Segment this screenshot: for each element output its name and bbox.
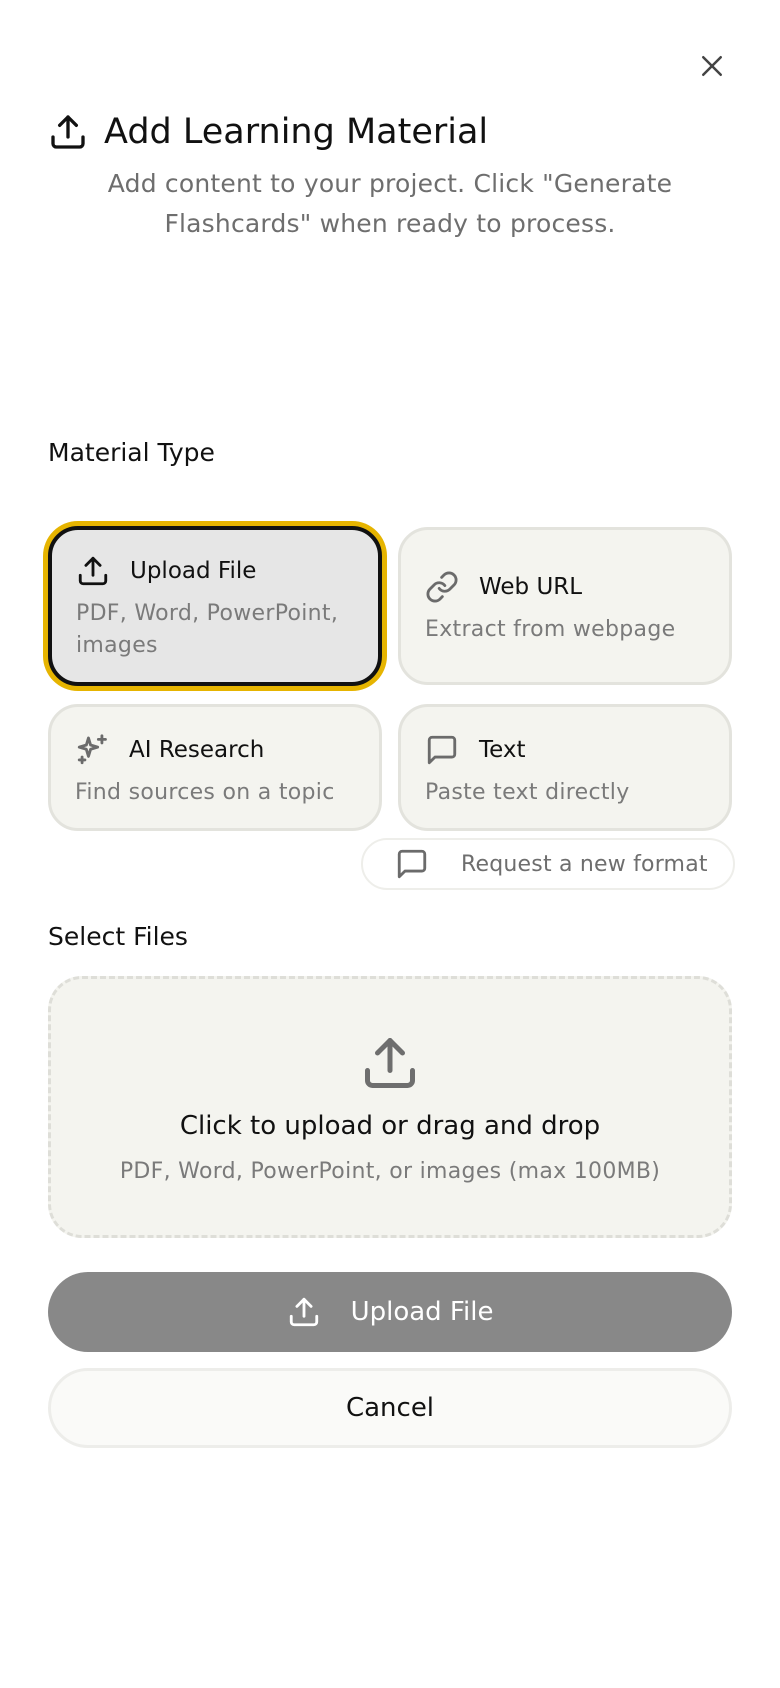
option-title: Upload File — [130, 558, 257, 584]
upload-icon — [360, 1033, 420, 1093]
option-title: Text — [479, 737, 526, 763]
upload-icon — [287, 1295, 321, 1329]
upload-icon — [48, 112, 88, 152]
material-option-web-url[interactable]: Web URL Extract from webpage — [398, 527, 732, 685]
option-title: Web URL — [479, 574, 583, 600]
option-description: Extract from webpage — [425, 617, 676, 642]
upload-icon — [76, 554, 110, 588]
material-option-text[interactable]: Text Paste text directly — [398, 704, 732, 831]
option-description: PDF, Word, PowerPoint, images — [76, 601, 339, 658]
request-format-button[interactable]: Request a new format — [361, 838, 735, 890]
upload-file-button[interactable]: Upload File — [48, 1272, 732, 1352]
sparkles-icon — [75, 733, 109, 767]
material-type-label: Material Type — [48, 438, 215, 467]
message-square-icon — [425, 733, 459, 767]
option-description: Paste text directly — [425, 780, 630, 805]
dropzone-hint: PDF, Word, PowerPoint, or images (max 10… — [119, 1159, 661, 1184]
close-button[interactable] — [690, 44, 734, 88]
message-square-icon — [395, 847, 429, 881]
request-format-label: Request a new format — [461, 851, 708, 877]
option-title: AI Research — [129, 737, 265, 763]
close-icon — [697, 51, 727, 81]
dropzone-title: Click to upload or drag and drop — [179, 1111, 601, 1141]
file-dropzone[interactable]: Click to upload or drag and drop PDF, Wo… — [48, 976, 732, 1238]
select-files-label: Select Files — [48, 922, 188, 951]
upload-file-label: Upload File — [350, 1297, 494, 1327]
link-icon — [425, 570, 459, 604]
material-option-upload-file[interactable]: Upload File PDF, Word, PowerPoint, image… — [48, 526, 382, 686]
option-description: Find sources on a topic — [75, 780, 335, 805]
material-option-ai-research[interactable]: AI Research Find sources on a topic — [48, 704, 382, 831]
dialog-subtitle: Add content to your project. Click "Gene… — [107, 169, 673, 238]
dialog-title: Add Learning Material — [104, 112, 489, 152]
cancel-button[interactable]: Cancel — [48, 1368, 732, 1448]
